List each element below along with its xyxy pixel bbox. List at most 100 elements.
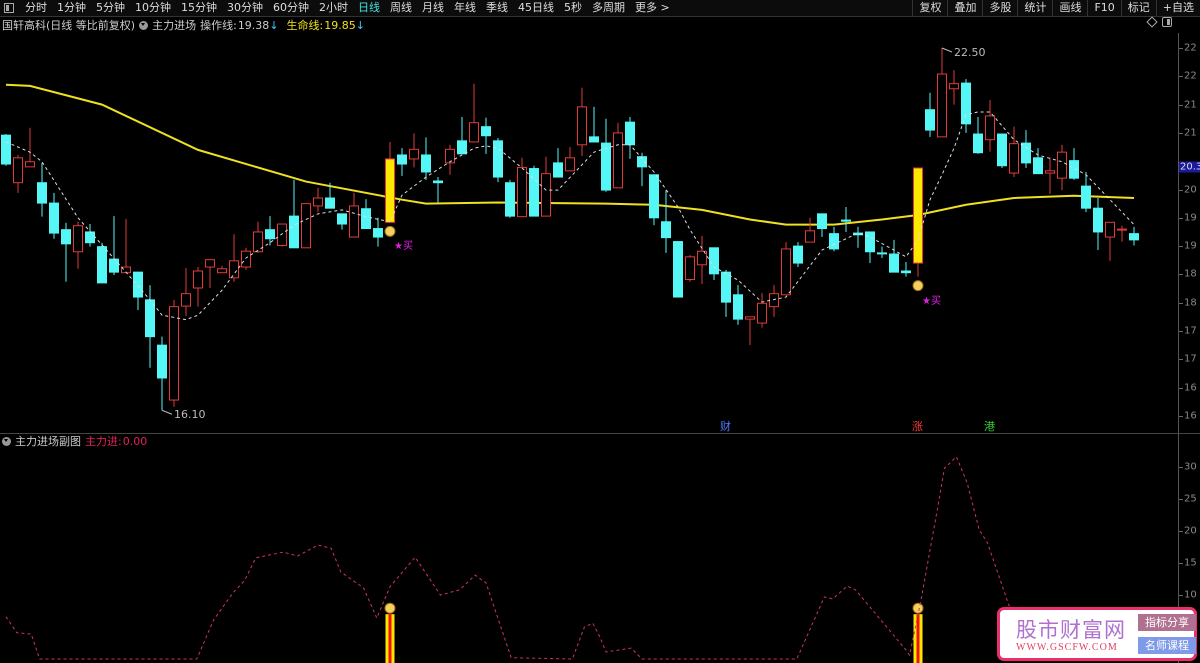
toolbar-button[interactable]: 画线	[1052, 0, 1087, 17]
candle-down	[49, 202, 59, 234]
period-tab[interactable]: 45日线	[513, 0, 559, 16]
sub-chart-title[interactable]: 主力进场副图	[15, 433, 81, 449]
candle-up	[757, 302, 767, 324]
period-tab[interactable]: 1分钟	[52, 0, 91, 16]
life-line-label: 生命线:	[286, 19, 324, 32]
price-axis-label: 17	[1184, 353, 1197, 365]
period-tab[interactable]: 15分钟	[176, 0, 222, 16]
sub-chart-header: 主力进场副图 主力进: 0.00	[2, 434, 147, 448]
candle-down	[829, 233, 839, 250]
price-axis-label: 20	[1184, 184, 1197, 195]
axis-tick	[1179, 359, 1183, 361]
period-tab[interactable]: 周线	[385, 0, 417, 16]
candle-up	[229, 260, 239, 279]
stock-title: 国轩高科(日线 等比前复权)	[2, 19, 136, 32]
main-force-value: 0.00	[122, 434, 148, 448]
period-tab[interactable]: 2小时	[314, 0, 353, 16]
period-tab[interactable]: 年线	[449, 0, 481, 16]
diamond-icon[interactable]	[1146, 16, 1158, 28]
period-tab[interactable]: 10分钟	[130, 0, 176, 16]
watermark-badge-courses: 名师课程	[1138, 637, 1196, 654]
axis-tick	[1179, 246, 1183, 248]
candle-down	[601, 142, 611, 191]
main-force-line	[5, 455, 1021, 660]
candle-down	[925, 109, 935, 131]
period-tab[interactable]: 更多 >	[630, 0, 675, 16]
axis-tick	[1179, 595, 1183, 596]
candle-up	[349, 205, 359, 238]
toolbar-button[interactable]: F10	[1087, 0, 1120, 17]
axis-tick	[1179, 104, 1183, 106]
price-axis-label: 16	[1184, 382, 1197, 394]
price-axis-label: 16	[1184, 410, 1197, 422]
candle-down	[973, 133, 983, 154]
candle-up	[313, 197, 323, 207]
candle-down	[1021, 142, 1031, 164]
indicator-name[interactable]: 主力进场	[152, 17, 196, 33]
life-line-value: 19.85	[324, 18, 356, 32]
candle-down	[109, 258, 119, 273]
axis-tick	[1179, 274, 1183, 276]
candle-up	[937, 73, 947, 138]
toolbar-button[interactable]: 复权	[912, 0, 947, 17]
candle-down	[325, 197, 335, 209]
candle-down	[1093, 207, 1103, 233]
period-tab[interactable]: 5分钟	[91, 0, 130, 16]
candle-up	[805, 230, 815, 243]
candle-down	[505, 182, 515, 217]
toolbar-button[interactable]: +自选	[1155, 0, 1200, 17]
candle-down	[337, 213, 347, 225]
candle-down	[1033, 157, 1043, 175]
candle-down	[481, 126, 491, 137]
event-marker: 财	[720, 420, 731, 433]
candle-up	[577, 106, 587, 146]
candle-up	[469, 122, 479, 143]
candle-up	[277, 223, 287, 247]
candle-down	[709, 247, 719, 275]
period-tab[interactable]: 季线	[481, 0, 513, 16]
watermark-title: 股市财富网	[1016, 618, 1126, 642]
operation-line-value: 19.38	[237, 18, 270, 32]
candle-up	[445, 148, 455, 164]
main-info-bar: 国轩高科(日线 等比前复权) 主力进场 操作线: 19.38 ↓ 生命线: 19…	[2, 17, 365, 33]
period-tab[interactable]: 5秒	[559, 0, 587, 16]
price-axis[interactable]: 22 22 21 21 20 19 19 18 18 17 17 16 16 30 25 20 15 10 20.3	[1178, 33, 1200, 663]
panel-divider[interactable]	[0, 433, 1200, 434]
candle-down	[649, 174, 659, 219]
toolbar-button[interactable]: 标记	[1120, 0, 1156, 17]
indicator-dropdown-icon[interactable]	[139, 20, 149, 30]
toolbar-button[interactable]: 多股	[982, 0, 1017, 17]
period-tab[interactable]: 月线	[417, 0, 449, 16]
toolbar-button[interactable]: 叠加	[947, 0, 982, 17]
period-tab[interactable]: 多周期	[587, 0, 630, 16]
period-tab[interactable]: 60分钟	[268, 0, 314, 16]
candle-up	[73, 225, 83, 253]
candle-up	[181, 293, 191, 307]
down-arrow-icon: ↓	[355, 18, 365, 32]
panel-toggle-icon[interactable]	[4, 3, 14, 13]
indicator-dropdown-icon[interactable]	[2, 436, 11, 446]
period-tab[interactable]: 日线	[353, 0, 385, 16]
candle-down	[397, 154, 407, 165]
candle-up	[301, 203, 311, 249]
candle-down	[733, 294, 743, 320]
signal-bar-core	[388, 614, 392, 663]
kline-chart[interactable]	[0, 0, 1178, 663]
candle-down	[625, 121, 635, 146]
period-tab[interactable]: 分时	[20, 0, 52, 16]
axis-tick	[1179, 48, 1183, 49]
price-axis-label: 22	[1184, 70, 1197, 82]
main-force-label: 主力进:	[85, 435, 122, 448]
candle-up	[169, 306, 179, 401]
panel-toggle-icon[interactable]	[1162, 17, 1172, 27]
buy-signal-label: ★买	[394, 241, 413, 253]
candle-down	[817, 213, 827, 230]
candle-up	[541, 173, 551, 217]
candle-down	[661, 221, 671, 239]
toolbar-button[interactable]: 统计	[1017, 0, 1052, 17]
candle-up	[1009, 143, 1019, 174]
axis-tick	[1179, 563, 1183, 564]
axis-tick	[1179, 189, 1183, 191]
candle-down	[529, 168, 539, 217]
period-tab[interactable]: 30分钟	[222, 0, 268, 16]
